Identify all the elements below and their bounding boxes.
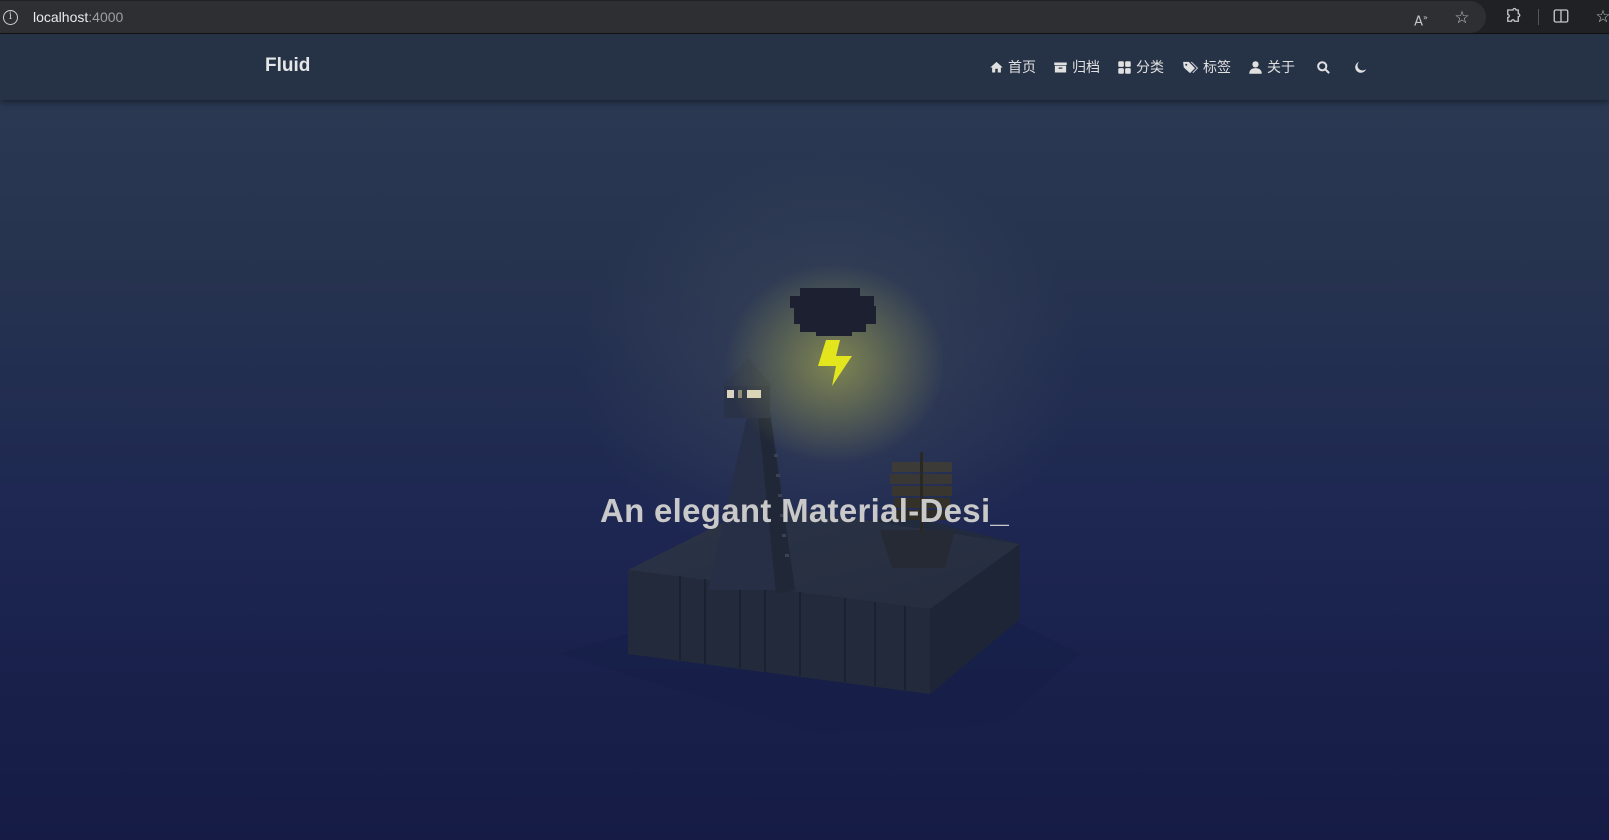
browser-address-bar: i localhost:4000 A» ☆ ☆ (0, 0, 1609, 34)
top-navbar: Fluid 首页 归档 分类 标签 关于 (0, 34, 1609, 100)
info-icon[interactable]: i (3, 10, 18, 25)
search-icon (1317, 60, 1330, 74)
toolbar-divider (1538, 9, 1539, 25)
nav-item-label: 关于 (1267, 60, 1295, 76)
nav-item-tags[interactable]: 标签 (1181, 57, 1231, 77)
split-screen-icon[interactable] (1551, 7, 1571, 27)
read-aloud-icon[interactable]: A» (1411, 8, 1431, 29)
url-text[interactable]: localhost:4000 (33, 9, 123, 25)
url-field[interactable]: i localhost:4000 A» ☆ (0, 1, 1486, 33)
nav-item-label: 首页 (1008, 60, 1036, 76)
nav-item-label: 分类 (1136, 60, 1164, 76)
favorites-icon[interactable]: ☆ (1593, 7, 1609, 27)
nav-item-home[interactable]: 首页 (989, 57, 1036, 77)
url-port: :4000 (88, 9, 124, 25)
nav-menu: 首页 归档 分类 标签 关于 (989, 56, 1368, 78)
hero-title: An elegant Material-Desi_ (599, 492, 1010, 529)
grid-icon (1118, 60, 1131, 74)
site-brand[interactable]: Fluid (265, 55, 310, 77)
nav-item-label: 归档 (1072, 60, 1100, 76)
page-viewport: Fluid 首页 归档 分类 标签 关于 An elegant Material… (0, 34, 1609, 840)
extensions-icon[interactable] (1503, 7, 1523, 27)
theme-toggle-button[interactable] (1353, 60, 1368, 75)
nav-item-about[interactable]: 关于 (1248, 57, 1295, 77)
moon-icon (1355, 61, 1367, 73)
archive-icon (1054, 62, 1067, 72)
nav-item-categories[interactable]: 分类 (1117, 57, 1164, 77)
nav-item-archive[interactable]: 归档 (1053, 57, 1100, 77)
search-button[interactable] (1316, 60, 1331, 75)
tags-icon (1183, 61, 1199, 73)
url-host: localhost (33, 9, 89, 25)
nav-item-label: 标签 (1203, 60, 1231, 76)
favorite-star-icon[interactable]: ☆ (1452, 8, 1472, 28)
home-icon (990, 61, 1003, 72)
user-icon (1249, 60, 1262, 74)
hero-scene (560, 264, 1080, 734)
